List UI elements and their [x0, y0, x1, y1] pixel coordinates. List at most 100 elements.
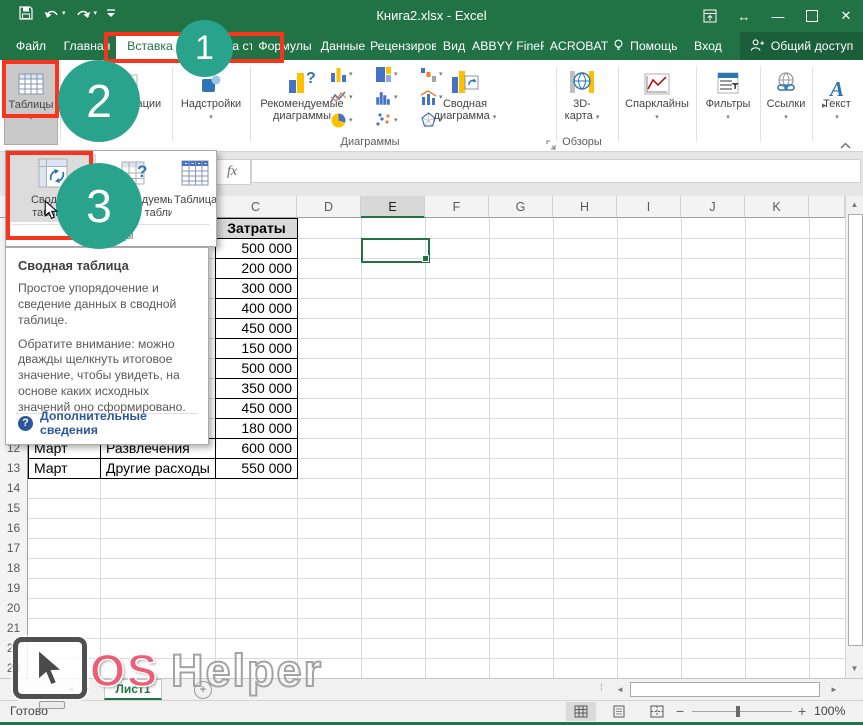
links-label: Ссылки [763, 98, 809, 110]
tab-Данные[interactable]: Данные [318, 32, 368, 60]
pivot-table-tooltip: Сводная таблица Простое упорядочение и с… [5, 247, 209, 445]
redo-icon[interactable]: ▾ [75, 7, 98, 20]
help-label: Помощь [630, 39, 678, 53]
zoom-in-button[interactable]: + [798, 703, 806, 719]
scroll-down-icon[interactable]: ▼ [848, 662, 861, 676]
addins-label: Надстройки [176, 98, 246, 110]
sparklines-group-button[interactable]: Спарклайны ▾ [622, 63, 692, 124]
column-header-D[interactable]: D [297, 196, 361, 218]
group-divider [250, 66, 251, 142]
cell-A13[interactable]: Март [28, 458, 101, 479]
row-header-18[interactable]: 18 [0, 558, 28, 579]
treemap-chart-button[interactable]: ▾ [375, 64, 415, 84]
row-header-19[interactable]: 19 [0, 578, 28, 599]
line-chart-button[interactable]: ▾ [330, 87, 370, 107]
formula-input[interactable] [251, 159, 861, 183]
ribbon-display-options-icon[interactable] [693, 0, 727, 32]
links-group-button[interactable]: Ссылки ▾ [763, 63, 809, 124]
vertical-scrollbar[interactable]: ▲ ▼ [845, 196, 863, 678]
more-groups-arrow-icon[interactable]: ▸ [822, 100, 827, 111]
cell-C5[interactable]: 400 000 [215, 298, 298, 319]
scrollbar-splitter[interactable]: ⁞ [600, 683, 603, 694]
column-header-H[interactable]: H [553, 196, 617, 218]
gridline [28, 578, 845, 579]
tab-Файл[interactable]: Файл [6, 32, 56, 60]
row-header-14[interactable]: 14 [0, 478, 28, 499]
gridline [28, 598, 845, 599]
zoom-out-button[interactable]: − [676, 703, 684, 719]
tab-Вид[interactable]: Вид [438, 32, 470, 60]
histogram-chart-button[interactable]: ▾ [375, 87, 415, 107]
scroll-right-icon[interactable]: ► [826, 682, 842, 697]
page-break-view-button[interactable] [642, 702, 672, 721]
cell-C13[interactable]: 550 000 [215, 458, 298, 479]
cell-C10[interactable]: 450 000 [215, 398, 298, 419]
column-header-F[interactable]: F [425, 196, 489, 218]
zoom-slider-handle[interactable] [736, 706, 740, 717]
scroll-left-icon[interactable]: ◄ [612, 682, 628, 697]
fit-width-icon[interactable]: ↔ [727, 0, 761, 32]
scatter-chart-button[interactable]: ▾ [375, 110, 415, 130]
zoom-level[interactable]: 100% [814, 704, 845, 718]
cell-C4[interactable]: 300 000 [215, 278, 298, 299]
map3d-button[interactable]: 3D- карта ▾ [560, 63, 604, 124]
page-layout-view-button[interactable] [604, 702, 634, 721]
gridline [28, 618, 845, 619]
row-header-15[interactable]: 15 [0, 498, 28, 519]
cell-C2[interactable]: 500 000 [215, 238, 298, 259]
cell-C6[interactable]: 450 000 [215, 318, 298, 339]
cell-C7[interactable]: 150 000 [215, 338, 298, 359]
row-header-21[interactable]: 21 [0, 618, 28, 639]
cell-C9[interactable]: 350 000 [215, 378, 298, 399]
undo-icon[interactable]: ▾ [43, 7, 66, 20]
cell-C11[interactable]: 180 000 [215, 418, 298, 439]
text-group-button[interactable]: A [830, 63, 844, 98]
zoom-slider-track[interactable] [692, 711, 792, 712]
selection-fill-handle[interactable] [422, 255, 429, 262]
cell-C8[interactable]: 500 000 [215, 358, 298, 379]
chevron-down-icon: ▾ [394, 116, 398, 124]
scroll-up-icon[interactable]: ▲ [848, 198, 861, 212]
title-bar: ▾ ▾ Книга2.xlsx - Excel ↔ — ✕ [0, 0, 863, 32]
column-chart-button[interactable]: ▾ [330, 64, 370, 84]
column-header-J[interactable]: J [681, 196, 745, 218]
tab-ACROBAT[interactable]: ACROBAT [548, 32, 610, 60]
chevron-down-icon: ▾ [176, 112, 246, 124]
sign-in-button[interactable]: Вход [694, 32, 722, 60]
share-button[interactable]: Общий доступ [740, 32, 863, 60]
minimize-icon[interactable]: — [761, 0, 795, 32]
customize-qat-icon[interactable] [106, 7, 116, 19]
row-header-17[interactable]: 17 [0, 538, 28, 559]
tab-Рецензиров[interactable]: Рецензиров [370, 32, 436, 60]
row-header-13[interactable]: 13 [0, 458, 28, 479]
column-header-G[interactable]: G [489, 196, 553, 218]
column-header-I[interactable]: I [617, 196, 681, 218]
close-icon[interactable]: ✕ [829, 0, 863, 32]
pivot-chart-label1: Сводная [426, 98, 504, 110]
cell-C1[interactable]: Затраты [215, 218, 298, 239]
tell-me-more-link[interactable]: ? Дополнительные сведения [18, 409, 208, 437]
vertical-scroll-thumb[interactable] [848, 214, 863, 646]
cell-C3[interactable]: 200 000 [215, 258, 298, 279]
cell-B13[interactable]: Другие расходы [100, 458, 216, 479]
table-menu-item[interactable]: Таблица [174, 154, 216, 222]
selected-cell-E2[interactable] [361, 238, 430, 263]
maximize-icon[interactable] [795, 0, 829, 32]
column-header-E[interactable]: E [361, 196, 425, 218]
filters-group-button[interactable]: Фильтры ▾ [700, 63, 756, 124]
column-header-partial[interactable] [809, 196, 845, 218]
row-header-20[interactable]: 20 [0, 598, 28, 619]
column-header-K[interactable]: K [745, 196, 809, 218]
tab-ABBYY FineR[interactable]: ABBYY FineR [472, 32, 544, 60]
normal-view-button[interactable] [566, 702, 596, 721]
column-header-C[interactable]: C [215, 196, 297, 218]
save-icon[interactable] [18, 5, 34, 21]
cell-C12[interactable]: 600 000 [215, 438, 298, 459]
row-header-16[interactable]: 16 [0, 518, 28, 539]
pie-chart-button[interactable]: ▾ [330, 110, 370, 130]
tab-help[interactable]: Помощь [612, 32, 686, 60]
pivot-chart-button[interactable]: Сводная диаграмма ▾ [426, 63, 504, 124]
horizontal-scroll-thumb[interactable] [630, 682, 820, 697]
map3d-label2: карта [565, 110, 593, 122]
fx-button[interactable]: fx [213, 159, 251, 185]
